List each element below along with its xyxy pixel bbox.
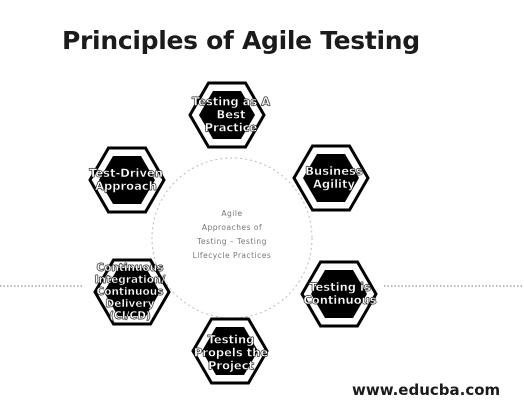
principle-label-testing-propels: Testing Propels the Project bbox=[193, 332, 269, 373]
source-url: www.educba.com bbox=[352, 381, 501, 399]
principle-label-test-driven: Test-Driven Approach bbox=[89, 166, 163, 193]
center-caption: Agile Approaches of Testing – Testing Li… bbox=[192, 209, 272, 260]
principle-label-testing-continuous: Testing is Continuous bbox=[303, 280, 377, 307]
principle-label-business-agility: Business Agility bbox=[305, 164, 363, 191]
principle-label-testing-best-practice: Testing as A Best Practice bbox=[191, 94, 271, 135]
principle-label-ci-cd: Continuous Integration/ Continuous Deliv… bbox=[94, 262, 166, 322]
